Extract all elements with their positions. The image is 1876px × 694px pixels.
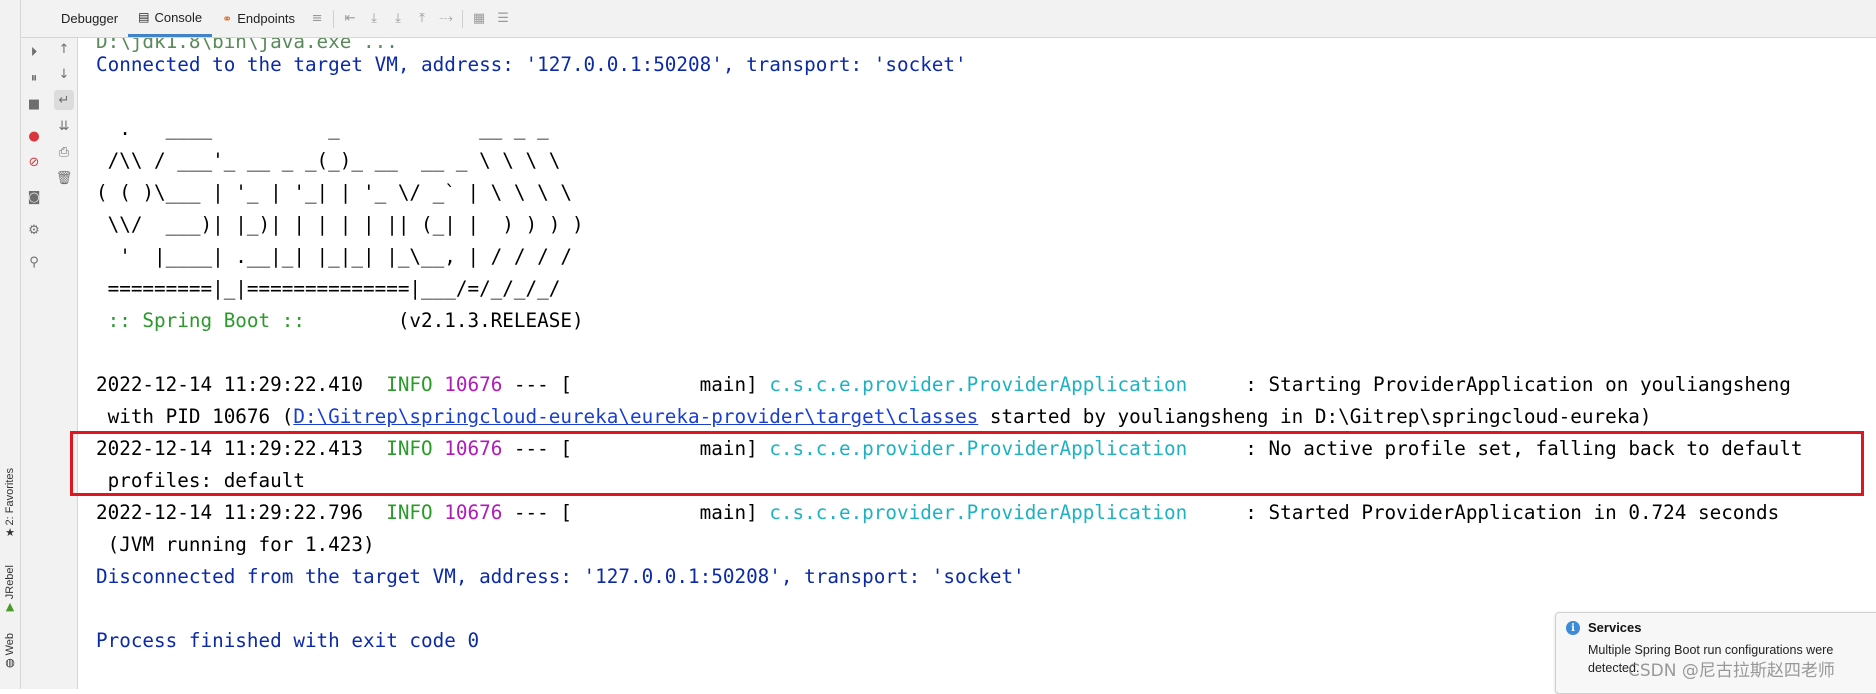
- spring-boot-label: :: Spring Boot ::: [96, 309, 317, 332]
- toolbar-separator: [333, 9, 335, 28]
- up-arrow-button[interactable]: ↑: [54, 39, 74, 59]
- down-arrow-button[interactable]: ↓: [54, 64, 74, 84]
- trace-icon[interactable]: ☰: [491, 7, 515, 31]
- run-to-cursor-icon[interactable]: ⤏: [434, 7, 458, 31]
- log-line-starting: 2022-12-14 11:29:22.410 INFO 10676 --- […: [96, 369, 1791, 401]
- log-timestamp: 2022-12-14 11:29:22.410: [96, 373, 387, 396]
- endpoints-icon: ⚭: [222, 11, 233, 26]
- jrebel-label: JRebel: [4, 565, 16, 600]
- spring-boot-version: (v2.1.3.RELEASE): [316, 309, 584, 332]
- log-logger: c.s.c.e.provider.ProviderApplication: [769, 373, 1188, 396]
- banner-line: =========|_|==============|___/=/_/_/_/: [96, 277, 561, 300]
- step-into-icon[interactable]: ⤓: [386, 7, 410, 31]
- globe-icon: ◍: [5, 655, 15, 669]
- debug-toolbar: ✹ ⏵ ⏸ ■ ● ⊘ ◙ ⚙ ⚲ ↑ ↓ ↵ ⇊ ⎙ 🗑: [21, 0, 78, 689]
- log-logger: c.s.c.e.provider.ProviderApplication: [769, 501, 1188, 524]
- log-thread: --- [ main]: [502, 373, 770, 396]
- banner-line: ' |____| .__|_| |_|_| |_\__, | / / / /: [96, 245, 572, 268]
- console-line-connected: Connected to the target VM, address: '12…: [96, 53, 967, 76]
- info-icon: i: [1566, 621, 1580, 635]
- log-level: INFO: [386, 373, 433, 396]
- log-message: : Starting ProviderApplication on youlia…: [1187, 373, 1791, 396]
- console-icon: ▤: [138, 10, 150, 24]
- tab-console-label: Console: [154, 9, 203, 25]
- jrebel-icon: ▲: [5, 599, 15, 613]
- log-line-starting-cont: with PID 10676 (D:\Gitrep\springcloud-eu…: [96, 401, 1652, 433]
- favorites-tab[interactable]: 2: Favorites ★: [1, 468, 19, 556]
- banner-line: . ____ _ __ _ _: [96, 117, 549, 140]
- clear-all-button[interactable]: 🗑: [54, 168, 74, 188]
- pin-icon[interactable]: ⚲: [24, 252, 44, 272]
- soft-wrap-button[interactable]: ↵: [54, 90, 74, 110]
- jrebel-tab[interactable]: JRebel ▲: [1, 565, 19, 625]
- tool-window-stripe: 2: Favorites ★ JRebel ▲ Web ◍: [0, 0, 21, 689]
- spring-boot-version-line: :: Spring Boot :: (v2.1.3.RELEASE): [96, 305, 584, 337]
- log-message: : Started ProviderApplication in 0.724 s…: [1187, 501, 1780, 524]
- web-label: Web: [4, 633, 16, 656]
- web-tab[interactable]: Web ◍: [1, 633, 19, 683]
- resume-program-button[interactable]: ⏵: [24, 42, 44, 62]
- watermark: CSDN @尼古拉斯赵四老师: [1628, 661, 1835, 681]
- tab-console[interactable]: ▤ Console: [128, 0, 213, 37]
- services-notification[interactable]: i Services Multiple Spring Boot run conf…: [1555, 612, 1876, 694]
- step-over-icon[interactable]: ⤓: [362, 7, 386, 31]
- log-message: with PID 10676 (: [96, 405, 294, 428]
- log-message: started by youliangsheng in D:\Gitrep\sp…: [978, 405, 1652, 428]
- classes-path-link[interactable]: D:\Gitrep\springcloud-eureka\eureka-prov…: [293, 405, 978, 428]
- scroll-to-end-button[interactable]: ⇊: [54, 116, 74, 136]
- console-line-disconnected: Disconnected from the target VM, address…: [96, 565, 1025, 588]
- log-pid: 10676: [432, 501, 503, 524]
- log-pid: 10676: [432, 373, 503, 396]
- pause-program-button[interactable]: ⏸: [24, 68, 44, 88]
- stop-button[interactable]: ■: [24, 94, 44, 114]
- banner-line: \\/ ___)| |_)| | | | | || (_| | ) ) ) ): [96, 213, 584, 236]
- tool-tab-bar: Debugger ▤ Console ⚭ Endpoints ≡ ⇤ ⤓ ⤓ ⤒…: [21, 0, 1876, 38]
- log-line-started: 2022-12-14 11:29:22.796 INFO 10676 --- […: [96, 497, 1779, 529]
- console-output[interactable]: D:\jdk1.8\bin\java.exe ... Connected to …: [78, 38, 1876, 689]
- banner-line: /\\ / ___'_ __ _ _(_)_ __ __ _ \ \ \ \: [96, 149, 561, 172]
- camera-icon[interactable]: ◙: [24, 187, 44, 207]
- toolbar-separator: [462, 9, 464, 28]
- highlight-box: [70, 431, 1864, 496]
- step-out-icon[interactable]: ⤒: [410, 7, 434, 31]
- tab-endpoints-label: Endpoints: [237, 11, 296, 26]
- favorites-label: 2: Favorites: [4, 468, 16, 526]
- tab-debugger-label: Debugger: [61, 11, 119, 26]
- log-thread: --- [ main]: [502, 501, 770, 524]
- log-timestamp: 2022-12-14 11:29:22.796: [96, 501, 387, 524]
- evaluate-expression-icon[interactable]: ▦: [467, 7, 491, 31]
- view-breakpoints-button[interactable]: ●: [24, 126, 44, 146]
- notification-title: Services: [1588, 620, 1642, 635]
- menu-lines-icon[interactable]: ≡: [305, 7, 329, 31]
- console-line-exit: Process finished with exit code 0: [96, 629, 480, 652]
- banner-line: ( ( )\___ | '_ | '_| | '_ \/ _` | \ \ \ …: [96, 181, 572, 204]
- log-line-started-cont: (JVM running for 1.423): [96, 533, 375, 556]
- tab-debugger[interactable]: Debugger: [51, 0, 128, 37]
- star-icon: ★: [5, 525, 15, 539]
- log-level: INFO: [386, 501, 433, 524]
- show-execution-point-icon[interactable]: ⇤: [338, 7, 362, 31]
- print-button[interactable]: ⎙: [54, 142, 74, 162]
- settings-gear-icon[interactable]: ⚙: [24, 220, 44, 240]
- tab-endpoints[interactable]: ⚭ Endpoints: [212, 0, 305, 37]
- mute-breakpoints-button[interactable]: ⊘: [24, 152, 44, 172]
